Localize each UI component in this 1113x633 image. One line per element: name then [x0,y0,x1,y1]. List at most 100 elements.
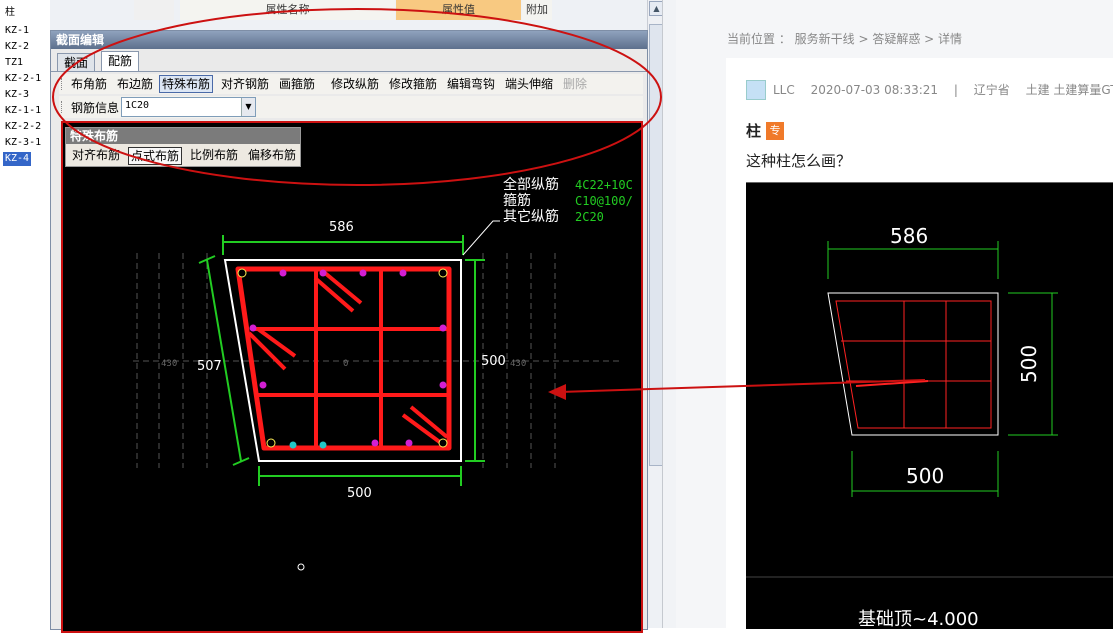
rebar-info-select[interactable]: 1C20 ▼ [121,97,256,117]
tree-item[interactable]: KZ-2-2 [5,120,41,134]
dim-bottom-label: 500 [347,486,372,501]
edge-rebar[interactable] [371,439,379,447]
offset-place-button[interactable]: 偏移布筋 [246,147,298,163]
post-title: 柱 [746,122,762,140]
grid-header-name[interactable]: 属性名称 [180,0,395,20]
edge-rebar[interactable] [279,269,287,277]
section-drawing[interactable]: 430 430 0 586 500 500 507 全部纵筋 4C22+10C … [63,123,641,631]
post-user[interactable]: LLC [773,83,795,97]
axis-label-center: 0 [343,359,348,369]
avatar[interactable] [746,80,766,100]
rebar-info-label: 钢筋信息 [71,101,120,115]
toolbar-grip-icon[interactable] [61,101,64,113]
align-place-button[interactable]: 对齐布筋 [70,147,122,163]
tree-root[interactable]: 柱 [5,6,15,20]
img-dim-top-label: 586 [890,224,928,248]
vertical-scrollbar[interactable]: ▲ [647,0,664,470]
status-badge: 专 [766,122,784,140]
dialog-title[interactable]: 截面编辑 [51,31,647,49]
section-canvas[interactable]: 430 430 0 586 500 500 507 全部纵筋 4C22+10C … [61,121,643,633]
post-body: 这种柱怎么画？ [746,152,852,170]
tree-item[interactable]: KZ-2-1 [5,72,41,86]
grid-header-blank [134,0,174,20]
corner-rebar[interactable] [266,438,276,448]
all-long-rebar-label: 全部纵筋 [503,176,559,193]
tab-section[interactable]: 截面 [57,53,96,72]
other-long-rebar-value: 2C20 [575,210,604,224]
img-dim-bottom-label: 500 [906,464,944,488]
hook-mark[interactable] [323,271,363,305]
ratio-place-button[interactable]: 比例布筋 [188,147,240,163]
edge-rebar[interactable] [359,269,367,277]
all-long-rebar-value: 4C22+10C [575,178,633,192]
leader-line [462,220,500,256]
img-elevation-label: 基础顶~4.000 [858,609,979,629]
meta-separator: | [953,83,958,97]
component-tree: 柱 KZ-1 KZ-2 TZ1 KZ-2-1 KZ-3 KZ-1-1 KZ-2-… [0,0,50,628]
special-rebar-button[interactable]: 特殊布筋 [159,75,214,93]
tree-item-selected[interactable]: KZ-4 [3,152,32,166]
edge-rebar[interactable] [439,381,447,389]
tree-item[interactable]: KZ-3-1 [5,136,41,150]
panel-splitter[interactable] [662,0,677,628]
corner-rebar[interactable] [438,268,448,278]
align-rebar-button[interactable]: 对齐钢筋 [221,76,269,92]
tab-rebar[interactable]: 配筋 [101,51,140,72]
special-panel-title[interactable]: 特殊布筋 [66,128,300,144]
rebar-info-value[interactable]: 1C20 [125,100,149,111]
special-rebar-panel: 特殊布筋 对齐布筋 点式布筋 比例布筋 偏移布筋 [65,127,301,167]
post-meta: LLC 2020-07-03 08:33:21 | 辽宁省 土建 土建算量GTJ… [773,81,1113,98]
post-category[interactable]: 土建 土建算量GTJ20 [1026,83,1113,97]
draw-stirrup-button[interactable]: 画箍筋 [279,76,315,92]
tree-item[interactable]: KZ-3 [5,88,29,102]
breadcrumb[interactable]: 当前位置 ： 服务新干线 > 答疑解惑 > 详情 [727,30,962,47]
img-stirrup [835,300,992,429]
chevron-down-icon[interactable]: ▼ [241,98,255,116]
tree-item[interactable]: KZ-1-1 [5,104,41,118]
dim-right-label: 500 [481,354,506,369]
rebar-toolbar: 布角筋 布边筋 特殊布筋 对齐钢筋 画箍筋 修改纵筋 修改箍筋 编辑弯钩 端头伸… [59,74,643,94]
edge-rebar-button[interactable]: 布边筋 [117,76,153,92]
edge-rebar[interactable] [405,439,413,447]
stirrup-label: 箍筋 [503,192,531,209]
axis-label-left: 430 [161,359,177,369]
corner-rebar-button[interactable]: 布角筋 [71,76,107,92]
rebar-info-bar: 钢筋信息 1C20 ▼ [59,96,643,118]
edge-rebar[interactable] [319,441,327,449]
edge-rebar[interactable] [259,381,267,389]
toolbar-grip-icon[interactable] [61,78,64,90]
end-stretch-button[interactable]: 端头伸缩 [505,76,553,92]
edit-long-rebar-button[interactable]: 修改纵筋 [331,76,379,92]
grid-header-value[interactable]: 属性值 [396,0,521,20]
edit-stirrup-button[interactable]: 修改箍筋 [389,76,437,92]
cursor-icon [297,563,305,571]
tree-item[interactable]: KZ-2 [5,40,29,54]
tab-divider [51,71,647,72]
img-arrow-line [855,380,929,387]
grid-header-extra[interactable]: 附加 [522,0,552,20]
stirrup-value: C10@100/ [575,194,633,208]
hook-mark[interactable] [247,331,287,371]
qa-panel: 当前位置 ： 服务新干线 > 答疑解惑 > 详情 LLC 2020-07-03 … [676,0,1113,630]
corner-rebar[interactable] [237,268,247,278]
edge-rebar[interactable] [289,441,297,449]
tree-item[interactable]: KZ-1 [5,24,29,38]
edge-rebar[interactable] [319,269,327,277]
post-datetime: 2020-07-03 08:33:21 [810,83,939,97]
other-long-rebar-label: 其它纵筋 [503,208,559,225]
axis-label-right: 430 [510,359,526,369]
edge-rebar[interactable] [439,324,447,332]
edge-rebar[interactable] [399,269,407,277]
hook-mark[interactable] [256,327,297,358]
corner-rebar[interactable] [438,438,448,448]
attached-drawing: 586 500 500 基础顶~4.000 [746,224,1113,630]
edge-rebar[interactable] [249,324,257,332]
edit-hook-button[interactable]: 编辑弯钩 [447,76,495,92]
tree-item[interactable]: TZ1 [5,56,23,70]
point-place-button[interactable]: 点式布筋 [128,147,183,165]
attached-drawing-image[interactable]: 586 500 500 基础顶~4.000 [746,182,1113,630]
post-location: 辽宁省 [973,83,1010,97]
delete-button[interactable]: 删除 [563,76,587,92]
dim-top-label: 586 [329,220,354,235]
question-post: LLC 2020-07-03 08:33:21 | 辽宁省 土建 土建算量GTJ… [726,58,1113,630]
